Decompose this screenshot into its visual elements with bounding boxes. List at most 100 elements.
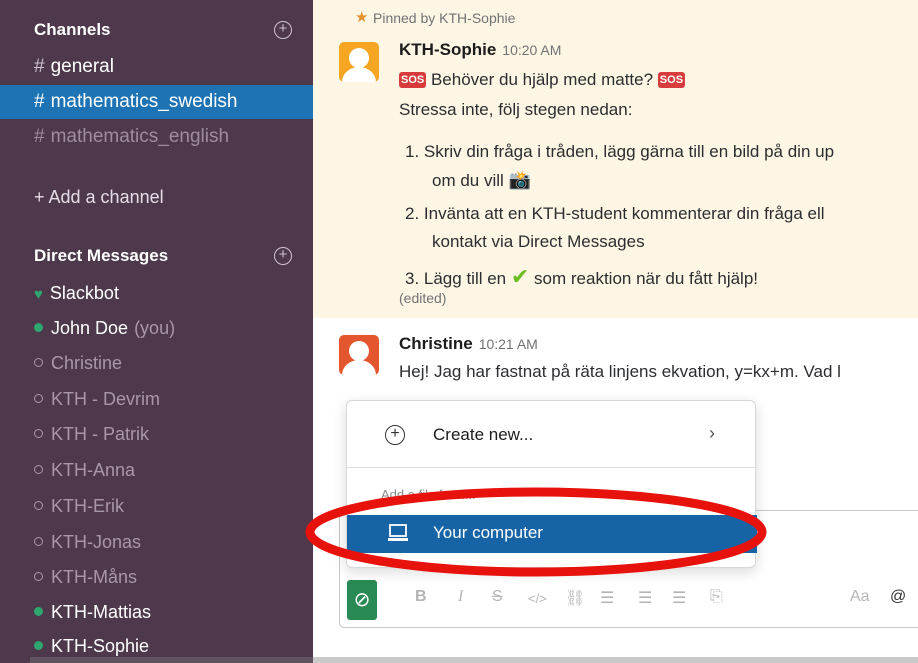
dm-kth-mans[interactable]: KTH-Måns (34, 562, 137, 592)
indent-icon[interactable]: ☰ (672, 588, 686, 608)
offline-dot-icon (34, 465, 43, 474)
message-text: om du vill (432, 171, 504, 190)
author-name[interactable]: KTH-Sophie (399, 40, 496, 59)
pinned-by-label: Pinned by KTH-Sophie (373, 10, 516, 26)
edited-label: (edited) (399, 290, 447, 306)
message-text: 3. Lägg till en (405, 269, 507, 288)
strikethrough-icon[interactable]: S (492, 588, 503, 606)
dm-kth-mattias[interactable]: KTH-Mattias (34, 597, 151, 627)
hash-icon: # (34, 126, 45, 147)
dm-kth-jonas[interactable]: KTH-Jonas (34, 527, 141, 557)
dm-name: KTH-Jonas (51, 532, 142, 552)
dm-john-doe[interactable]: John Doe (you) (34, 313, 175, 343)
pinned-message: ★ Pinned by KTH-Sophie KTH-Sophie 10:20 A… (313, 0, 918, 318)
offline-dot-icon (34, 394, 43, 403)
add-file-from-label: Add a file from... (381, 487, 476, 502)
plus-circle-icon: + (385, 425, 405, 445)
channel-general[interactable]: # general (0, 50, 313, 84)
message-text: som reaktion när du fått hjälp! (534, 269, 759, 288)
sos-icon: SOS (399, 72, 427, 88)
scrollbar[interactable] (30, 657, 918, 663)
slack-app: Channels + # general # mathematics_swedish… (0, 0, 918, 663)
online-dot-icon (34, 323, 43, 332)
dm-slackbot[interactable]: ♥ Slackbot (34, 278, 119, 308)
avatar[interactable] (339, 335, 379, 375)
dm-name: Christine (51, 353, 123, 373)
dm-name: KTH - Patrik (51, 424, 150, 444)
your-computer-item[interactable]: Your computer (347, 515, 757, 553)
attach-file-button[interactable]: ⊘ (347, 580, 377, 620)
dm-christine[interactable]: Christine (34, 348, 122, 378)
format-toggle[interactable]: Aa (850, 588, 870, 606)
message-author[interactable]: KTH-Sophie 10:20 AM (399, 40, 561, 60)
offline-dot-icon (34, 572, 43, 581)
dm-name: Slackbot (49, 283, 119, 303)
hash-icon: # (34, 91, 45, 112)
sos-icon: SOS (657, 72, 686, 88)
channels-heading[interactable]: Channels (34, 20, 111, 40)
laptop-icon (387, 523, 409, 548)
dm-name: KTH-Sophie (51, 636, 150, 656)
create-new-label: Create new... (433, 425, 534, 444)
code-icon[interactable]: </> (528, 591, 547, 606)
step-2-cont: kontakt via Direct Messages (432, 232, 645, 251)
create-new-item[interactable]: + Create new... › (347, 413, 757, 459)
dm-kth-patrik[interactable]: KTH - Patrik (34, 419, 149, 449)
online-dot-icon (34, 607, 43, 616)
add-channel-plus-icon[interactable]: + (274, 21, 292, 39)
dm-name: KTH-Erik (51, 496, 124, 516)
step-2: 2. Invänta att en KTH-student kommentera… (405, 204, 825, 223)
avatar[interactable] (339, 42, 379, 82)
ordered-list-icon[interactable]: ☰ (600, 588, 614, 608)
add-channel-link[interactable]: + Add a channel (34, 187, 164, 208)
dm-kth-devrim[interactable]: KTH - Devrim (34, 384, 160, 414)
divider (347, 467, 757, 468)
attach-menu: + Create new... › Add a file from... You… (346, 400, 757, 568)
your-computer-label: Your computer (433, 523, 543, 542)
hash-icon: # (34, 56, 45, 77)
dm-name: John Doe (51, 318, 129, 338)
camera-icon: 📸 (508, 170, 531, 190)
bullet-list-icon[interactable]: ☰ (638, 588, 652, 608)
message-text: Behöver du hjälp med matte? (430, 70, 654, 89)
dm-name: KTH-Anna (51, 460, 136, 480)
offline-dot-icon (34, 501, 43, 510)
message-line: SOS Behöver du hjälp med matte? SOS (399, 70, 686, 90)
offline-dot-icon (34, 429, 43, 438)
dm-kth-anna[interactable]: KTH-Anna (34, 455, 135, 485)
message-author[interactable]: Christine 10:21 AM (399, 334, 538, 354)
dm-you-suffix: (you) (134, 318, 176, 338)
channel-mathematics-swedish[interactable]: # mathematics_swedish (0, 85, 313, 119)
pin-icon: ★ (355, 9, 369, 26)
italic-icon[interactable]: I (458, 588, 463, 606)
link-icon[interactable]: ⛓ (565, 588, 585, 608)
add-dm-plus-icon[interactable]: + (274, 247, 292, 265)
sidebar: Channels + # general # mathematics_swedish… (0, 0, 313, 663)
chevron-right-icon: › (709, 423, 715, 443)
author-name[interactable]: Christine (399, 334, 473, 353)
bold-icon[interactable]: B (415, 588, 427, 606)
channel-name: mathematics_english (50, 126, 230, 147)
step-1: 1. Skriv din fråga i tråden, lägg gärna … (405, 142, 835, 161)
mention-icon[interactable]: @ (890, 588, 906, 606)
dm-name: KTH-Mattias (51, 602, 152, 622)
checkmark-icon: ✔ (510, 264, 530, 289)
code-block-icon[interactable]: ⎘ (710, 588, 723, 606)
step-3: 3. Lägg till en ✔ som reaktion när du få… (405, 264, 758, 290)
dm-name: KTH - Devrim (51, 389, 160, 409)
message-line: Stressa inte, följ stegen nedan: (399, 100, 633, 119)
direct-messages-heading[interactable]: Direct Messages (34, 246, 168, 266)
message-text: Hej! Jag har fastnat på räta linjens ekv… (399, 362, 841, 381)
message-timestamp[interactable]: 10:21 AM (479, 336, 538, 352)
offline-dot-icon (34, 358, 43, 367)
channel-name: general (50, 56, 114, 77)
channel-mathematics-english[interactable]: # mathematics_english (0, 120, 313, 154)
offline-dot-icon (34, 537, 43, 546)
dm-kth-erik[interactable]: KTH-Erik (34, 491, 124, 521)
heart-icon: ♥ (34, 286, 43, 303)
online-dot-icon (34, 641, 43, 650)
message-timestamp[interactable]: 10:20 AM (502, 42, 561, 58)
dm-name: KTH-Måns (51, 567, 138, 587)
channel-name: mathematics_swedish (50, 91, 238, 112)
step-1-cont: om du vill 📸 (432, 170, 531, 191)
